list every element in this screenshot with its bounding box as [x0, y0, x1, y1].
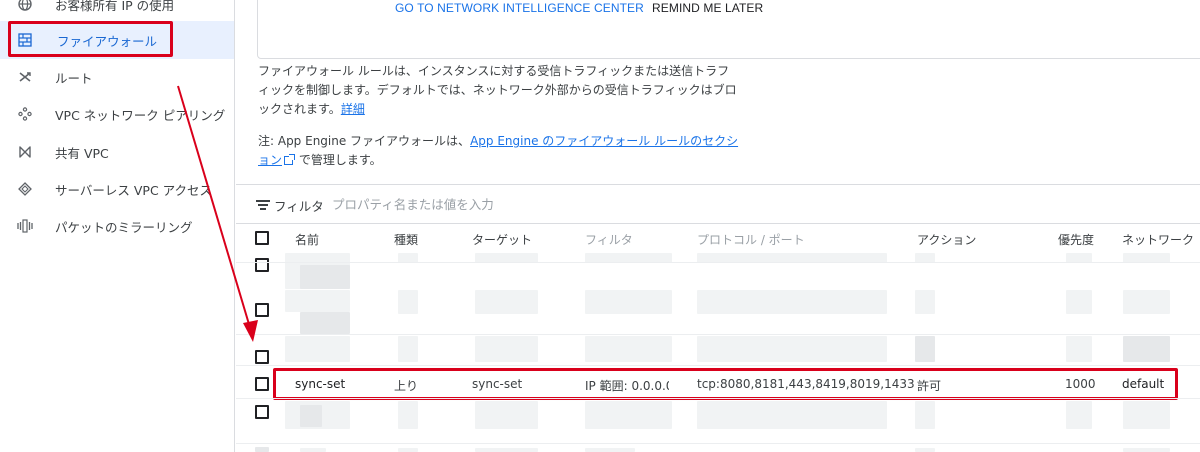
- redacted-cell: [300, 265, 350, 289]
- column-header-filter[interactable]: フィルタ: [585, 231, 633, 248]
- sidebar-item-label: ルート: [55, 70, 93, 86]
- sidebar-item-serverless-vpc-access[interactable]: サーバーレス VPC アクセス: [0, 170, 234, 208]
- redacted-cell: [398, 290, 418, 314]
- shared-vpc-icon: [17, 144, 33, 160]
- redacted-cell: [1123, 336, 1170, 362]
- row-checkbox[interactable]: [255, 377, 269, 391]
- globe-icon: [17, 0, 33, 12]
- note-suffix: で管理します。: [295, 153, 382, 167]
- row-divider: [236, 398, 1200, 399]
- arrow-head: [243, 320, 258, 342]
- note-prefix: 注: App Engine ファイアウォールは、: [258, 134, 471, 148]
- redacted-cell: [1123, 401, 1170, 429]
- notification-banner: GO TO NETWORK INTELLIGENCE CENTER REMIND…: [257, 0, 1200, 59]
- peering-icon: [17, 106, 33, 122]
- sidebar: お客様所有 IP の使用 ファイアウォール ルート VPC ネットワーク ピアリ…: [0, 0, 235, 452]
- redacted-cell: [1123, 290, 1170, 314]
- app-engine-note: 注: App Engine ファイアウォールは、App Engine のファイア…: [258, 132, 740, 170]
- row-checkbox[interactable]: [255, 350, 269, 364]
- filter-label[interactable]: フィルタ: [274, 196, 324, 215]
- redacted-cell: [1066, 290, 1092, 314]
- cell-target: sync-set: [472, 377, 523, 391]
- filter-icon[interactable]: [256, 200, 270, 210]
- redacted-cell: [300, 448, 326, 452]
- external-link-icon: [284, 154, 296, 165]
- cell-action: 許可: [917, 379, 942, 393]
- row-divider: [236, 365, 1200, 366]
- cell-filter: IP 範囲: 0.0.0.0,: [585, 379, 669, 393]
- column-header-action[interactable]: アクション: [917, 231, 976, 248]
- row-divider: [236, 334, 1200, 335]
- cell-type: 上り: [394, 379, 419, 393]
- row-checkbox[interactable]: [255, 405, 269, 419]
- redacted-cell: [285, 290, 350, 312]
- redacted-cell: [1066, 336, 1092, 362]
- redacted-cell: [915, 290, 935, 314]
- firewall-description: ファイアウォール ルールは、インスタンスに対する受信トラフィックまたは送信トラフ…: [258, 62, 740, 119]
- redacted-cell: [915, 401, 935, 429]
- go-to-network-intelligence-button[interactable]: GO TO NETWORK INTELLIGENCE CENTER: [395, 1, 644, 15]
- cell-priority: 1000: [1065, 377, 1096, 391]
- sidebar-item-routes[interactable]: ルート: [0, 58, 234, 96]
- sidebar-item-vpc-peering[interactable]: VPC ネットワーク ピアリング: [0, 95, 234, 133]
- table-header: 名前 種類 ターゲット フィルタ プロトコル / ポート アクション 優先度 ネ…: [236, 225, 1200, 252]
- filter-input[interactable]: [332, 193, 632, 215]
- redacted-cell: [255, 447, 269, 452]
- routes-icon: [17, 69, 33, 85]
- cell-protocol-ports: tcp:8080,8181,443,8419,8019,1433: [697, 377, 915, 391]
- redacted-cell: [300, 312, 350, 334]
- sidebar-item-label: サーバーレス VPC アクセス: [55, 182, 213, 198]
- firewall-icon: [17, 32, 33, 48]
- redacted-cell: [585, 336, 672, 362]
- redacted-cell: [1066, 401, 1092, 429]
- redacted-cell: [475, 401, 538, 429]
- row-divider: [236, 262, 1200, 263]
- select-all-checkbox[interactable]: [255, 231, 269, 245]
- redacted-cell: [585, 448, 635, 452]
- redacted-cell: [915, 448, 935, 452]
- sidebar-item-firewall[interactable]: ファイアウォール: [0, 21, 234, 59]
- column-header-protocol-ports[interactable]: プロトコル / ポート: [697, 231, 805, 248]
- redacted-cell: [285, 336, 350, 362]
- sidebar-item-label: 共有 VPC: [55, 145, 109, 161]
- packet-mirroring-icon: [17, 218, 33, 234]
- sidebar-item-label: パケットのミラーリング: [55, 219, 193, 235]
- table-row-sync-set[interactable]: sync-set 上り sync-set IP 範囲: 0.0.0.0, tcp…: [236, 370, 1200, 398]
- filter-bar: フィルタ: [236, 184, 1200, 224]
- redacted-cell: [915, 336, 935, 362]
- redacted-cell: [398, 336, 418, 362]
- serverless-icon: [17, 181, 33, 197]
- redacted-cell: [1123, 448, 1170, 452]
- sidebar-item-label: ファイアウォール: [57, 33, 158, 49]
- sidebar-item-label: お客様所有 IP の使用: [55, 0, 175, 13]
- column-header-name[interactable]: 名前: [295, 231, 319, 248]
- column-header-target[interactable]: ターゲット: [472, 231, 532, 248]
- sidebar-item-byoip[interactable]: お客様所有 IP の使用: [0, 0, 234, 23]
- sidebar-item-shared-vpc[interactable]: 共有 VPC: [0, 133, 234, 171]
- redacted-cell: [398, 401, 418, 429]
- redacted-cell: [697, 336, 887, 362]
- redacted-cell: [585, 401, 672, 429]
- row-checkbox[interactable]: [255, 258, 269, 272]
- cell-network[interactable]: default: [1122, 377, 1164, 391]
- column-header-type[interactable]: 種類: [394, 231, 418, 248]
- redacted-cell: [475, 448, 538, 452]
- redacted-cell: [697, 290, 887, 314]
- row-checkbox[interactable]: [255, 303, 269, 317]
- cell-name[interactable]: sync-set: [295, 377, 345, 391]
- redacted-cell: [585, 290, 672, 314]
- sidebar-item-label: VPC ネットワーク ピアリング: [55, 107, 226, 123]
- remind-me-later-button[interactable]: REMIND ME LATER: [652, 1, 763, 15]
- redacted-cell: [475, 290, 538, 314]
- redacted-cell: [398, 448, 418, 452]
- learn-more-link[interactable]: 詳細: [341, 102, 365, 116]
- column-header-priority[interactable]: 優先度: [1058, 231, 1094, 248]
- row-divider: [236, 443, 1200, 444]
- description-text: ファイアウォール ルールは、インスタンスに対する受信トラフィックまたは送信トラフ…: [258, 64, 737, 116]
- redacted-cell: [697, 401, 887, 429]
- column-header-network[interactable]: ネットワーク: [1122, 231, 1194, 248]
- redacted-cell: [300, 405, 322, 427]
- redacted-cell: [475, 336, 538, 362]
- sidebar-item-packet-mirroring[interactable]: パケットのミラーリング: [0, 207, 234, 245]
